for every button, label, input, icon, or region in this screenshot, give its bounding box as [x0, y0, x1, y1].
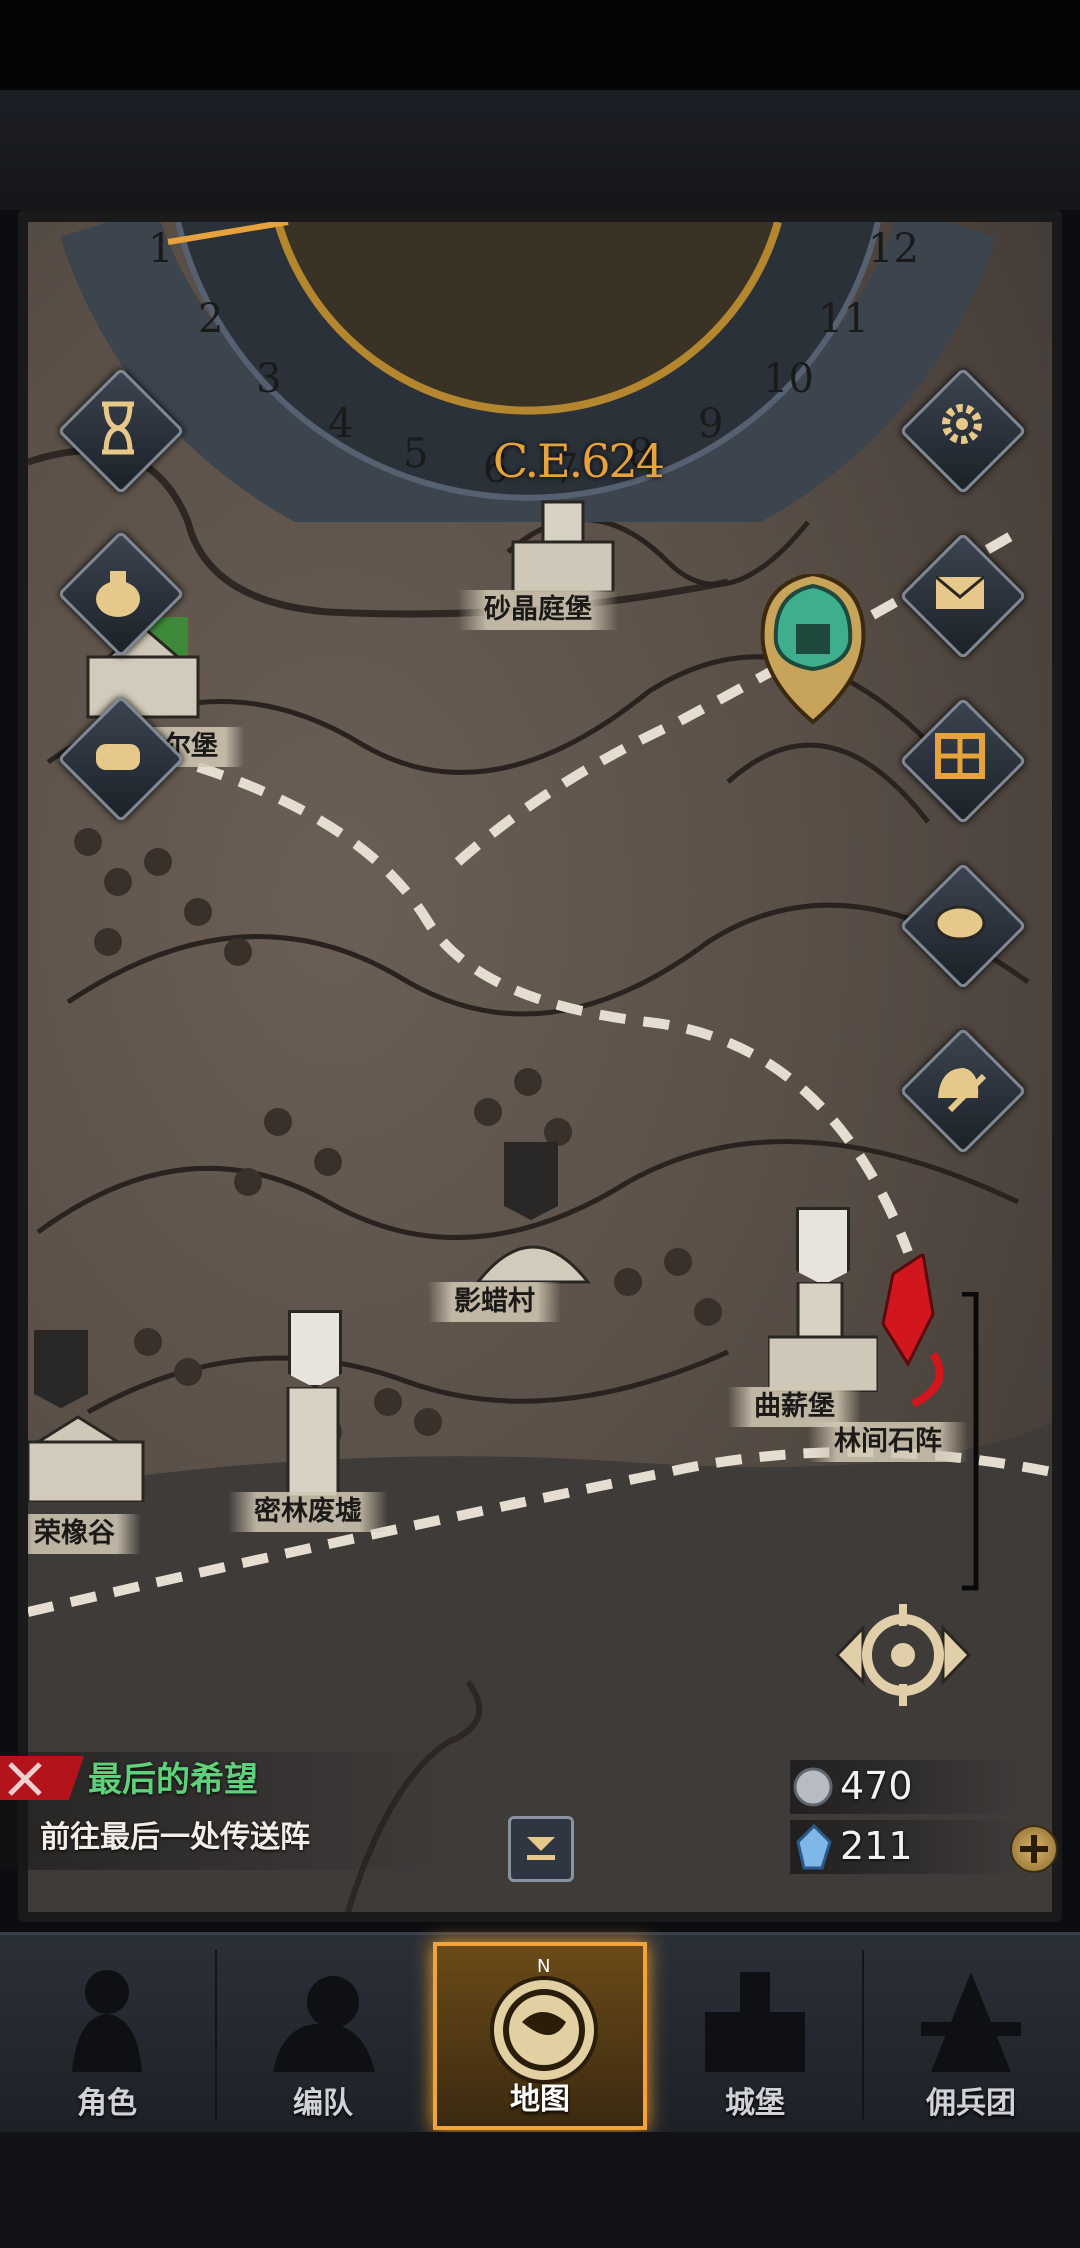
scroll-button[interactable] — [57, 695, 185, 823]
castle-icon[interactable] — [508, 492, 618, 592]
helmet-sword-button[interactable] — [899, 1027, 1027, 1155]
plus-icon — [1020, 1835, 1048, 1863]
nav-castle-label: 城堡 — [725, 2086, 785, 2121]
world-map[interactable]: 123 456 789 10 11 12 C.E.624 砂晶庭堡 尔堡 影蜡村 曲… — [28, 222, 1052, 1912]
chevron-down-icon — [527, 1837, 555, 1860]
nav-character-label: 角色 — [77, 2086, 137, 2121]
banner-dark-icon — [34, 1330, 88, 1408]
banner-dark-icon — [504, 1142, 558, 1220]
silver-amount: 470 — [840, 1764, 913, 1808]
coin-icon — [934, 905, 986, 941]
player-helmet-marker[interactable] — [758, 574, 868, 724]
system-nav-area — [0, 2132, 1080, 2248]
calendar-year: C.E.624 — [492, 434, 665, 488]
svg-text:9: 9 — [698, 401, 723, 447]
castle-icon[interactable] — [768, 1282, 878, 1392]
location-rongxiang[interactable]: 荣橡谷 — [28, 1514, 141, 1554]
castle-icon[interactable] — [28, 1412, 148, 1502]
compass-map-icon: N — [490, 1956, 598, 2084]
nav-mercenary[interactable]: 佣兵团 — [866, 1942, 1076, 2130]
nav-divider — [215, 1950, 217, 2120]
add-resource-button[interactable] — [1010, 1825, 1058, 1873]
svg-text:12: 12 — [868, 226, 919, 272]
banner-white-icon — [796, 1207, 850, 1285]
collapse-button[interactable] — [508, 1816, 574, 1882]
nav-team[interactable]: 编队 — [218, 1942, 428, 2130]
svg-text:11: 11 — [818, 296, 869, 342]
hourglass-icon — [102, 401, 134, 455]
quest-title: 最后的希望 — [88, 1760, 258, 1800]
location-yingla[interactable]: 影蜡村 — [428, 1282, 561, 1322]
nav-divider — [862, 1950, 864, 2120]
route-bracket — [962, 1292, 979, 1591]
quest-panel[interactable]: 最后的希望 前往最后一处传送阵 — [0, 1752, 480, 1882]
location-quxin[interactable]: 曲薪堡 — [728, 1387, 861, 1427]
header-band — [0, 90, 1080, 210]
crystal-icon — [796, 1824, 832, 1870]
mercenary-icon — [921, 1972, 1021, 2072]
recenter-icon[interactable] — [833, 1600, 973, 1710]
svg-text:2: 2 — [198, 296, 223, 342]
location-milin[interactable]: 密林废墟 — [228, 1492, 388, 1532]
nav-mercenary-label: 佣兵团 — [926, 2086, 1016, 2121]
current-position-marker[interactable] — [873, 1254, 943, 1434]
crystal-resource: 211 — [790, 1820, 1020, 1874]
svg-text:4: 4 — [328, 401, 353, 447]
nav-map-label: 地图 — [510, 2082, 570, 2117]
crystal-amount: 211 — [840, 1824, 913, 1868]
money-bag-icon — [96, 571, 140, 617]
silver-coin-icon — [793, 1767, 833, 1807]
coin-button[interactable] — [899, 862, 1027, 990]
status-bar-area — [0, 0, 1080, 90]
crossed-swords-icon — [8, 1762, 42, 1796]
quest-description: 前往最后一处传送阵 — [40, 1820, 310, 1855]
nav-castle[interactable]: 城堡 — [650, 1942, 860, 2130]
shop-button[interactable] — [899, 697, 1027, 825]
svg-text:3: 3 — [256, 356, 281, 402]
svg-text:5: 5 — [403, 431, 428, 477]
location-shajing[interactable]: 砂晶庭堡 — [458, 590, 618, 630]
hourglass-button[interactable] — [57, 367, 185, 495]
helmet-sword-icon — [938, 1068, 987, 1113]
knight-icon — [72, 1970, 142, 2072]
silver-resource: 470 — [790, 1760, 1020, 1814]
nav-character[interactable]: 角色 — [2, 1942, 212, 2130]
nav-map[interactable]: N 地图 — [433, 1942, 647, 2130]
compass-letter: N — [537, 1956, 550, 1977]
svg-text:10: 10 — [763, 356, 814, 402]
settings-button[interactable] — [899, 367, 1027, 495]
money-bag-button[interactable] — [57, 530, 185, 658]
tower-icon[interactable] — [283, 1387, 343, 1497]
castle-nav-icon — [705, 1972, 805, 2072]
mail-button[interactable] — [899, 532, 1027, 660]
team-icon — [273, 1976, 375, 2072]
svg-text:1: 1 — [148, 226, 173, 272]
shop-icon — [935, 733, 985, 779]
banner-white-icon — [288, 1310, 342, 1388]
nav-team-label: 编队 — [293, 2086, 353, 2121]
mail-icon — [935, 575, 985, 609]
scroll-icon — [96, 744, 140, 770]
gear-icon — [942, 404, 982, 444]
